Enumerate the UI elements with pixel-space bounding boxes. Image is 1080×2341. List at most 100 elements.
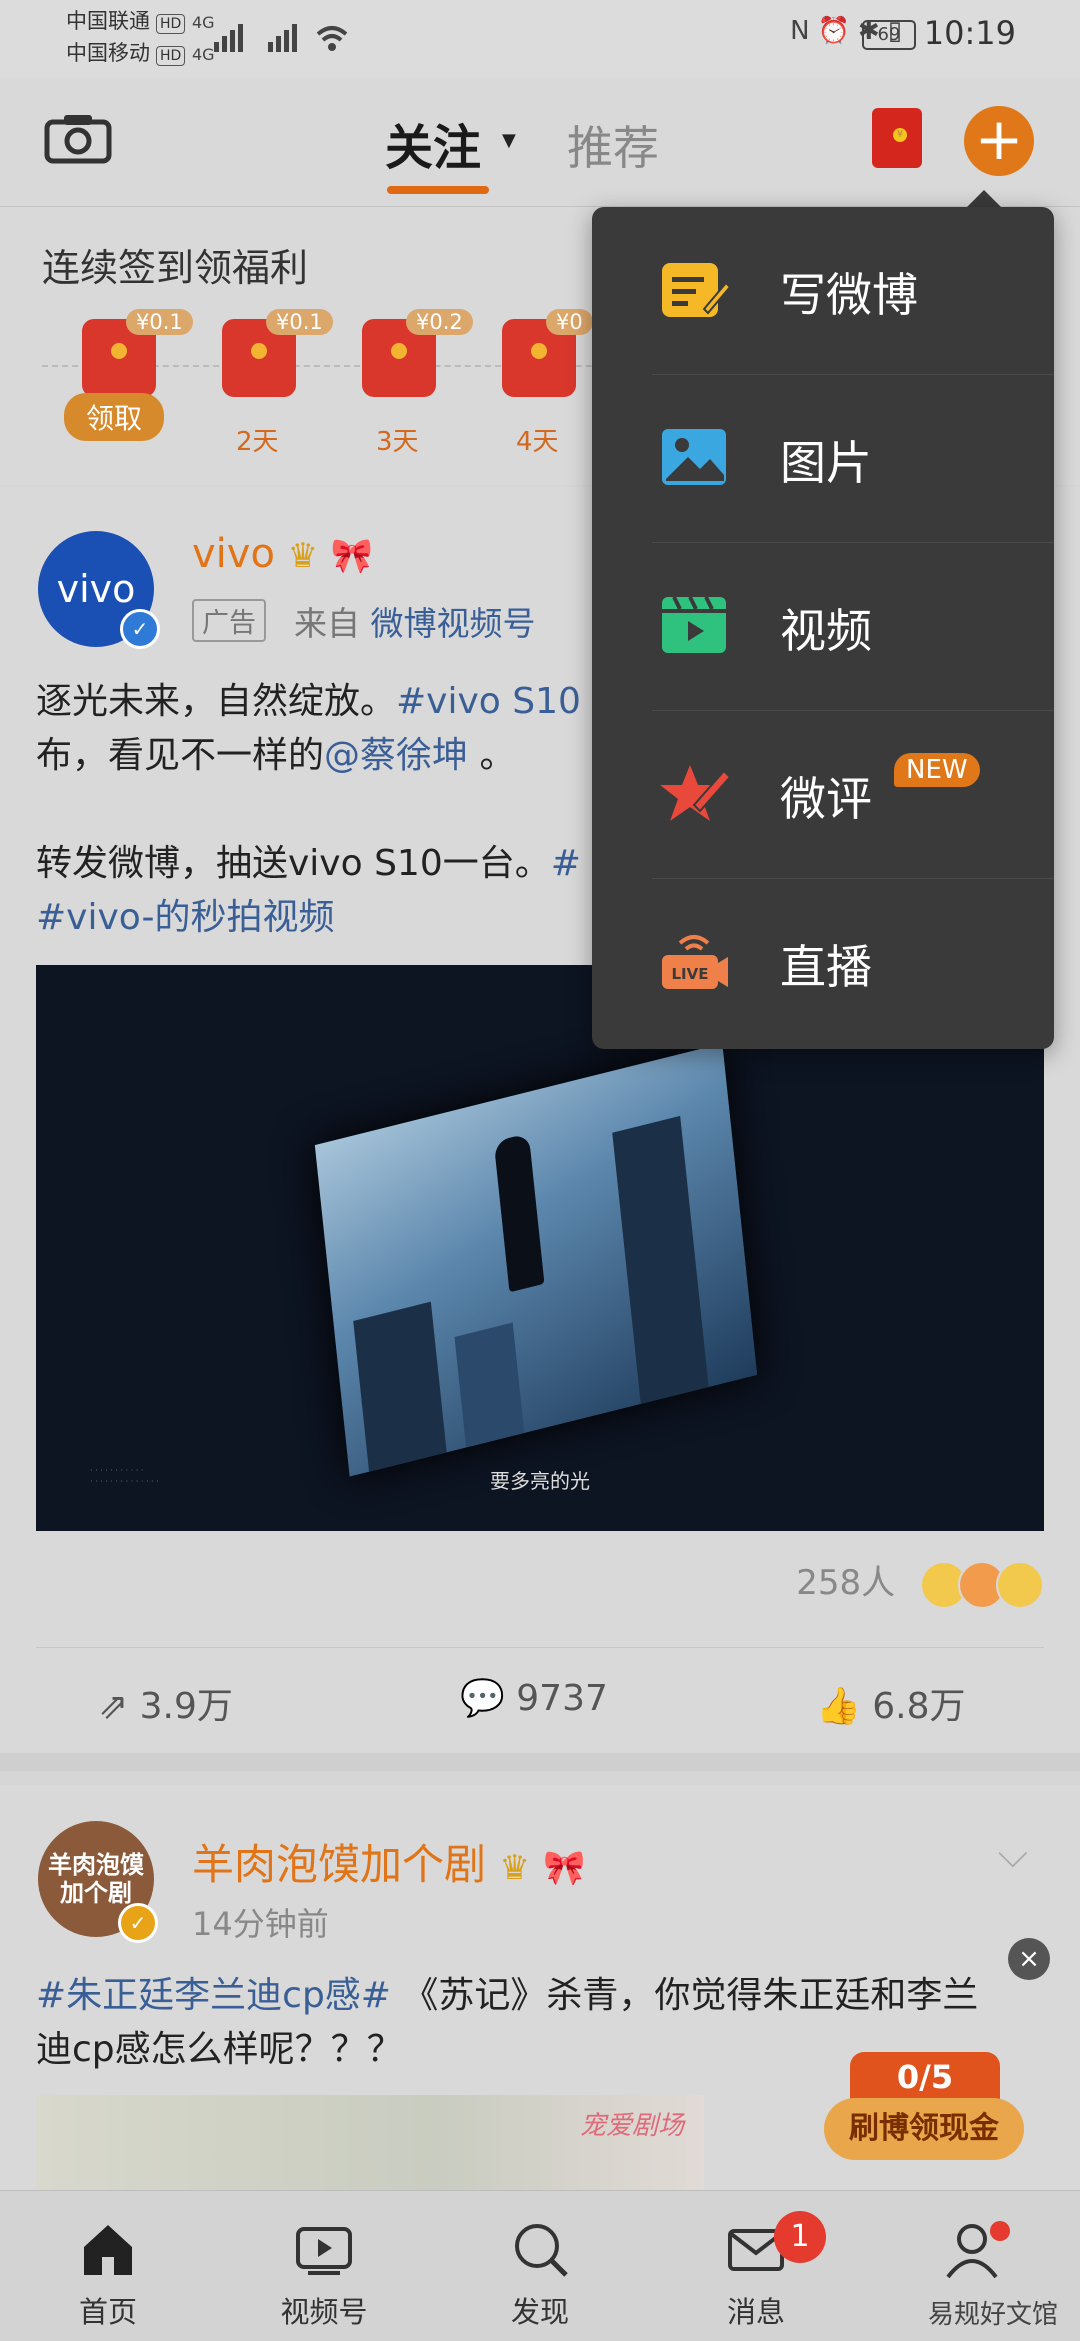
- active-tab-indicator: [387, 186, 489, 194]
- hashtag-link[interactable]: #vivo S10: [396, 681, 581, 722]
- cash-reward-widget[interactable]: 0/5 刷博领现金: [824, 2052, 1024, 2164]
- video-topic-link[interactable]: #vivo-的秒拍视频: [36, 897, 334, 938]
- mention-link[interactable]: @蔡徐坤: [324, 735, 468, 776]
- repost-count: 3.9万: [139, 1686, 233, 1727]
- tab-messages[interactable]: 消息: [648, 2191, 864, 2341]
- red-packet-amount: ¥0.1: [266, 309, 333, 335]
- tab-follow[interactable]: 关注: [385, 108, 481, 178]
- source-prefix: 来自: [294, 604, 360, 643]
- text-segment: 。: [468, 735, 516, 776]
- hashtag-link[interactable]: #: [551, 843, 581, 884]
- tab-label: 视频号: [280, 2295, 368, 2329]
- svg-text:LIVE: LIVE: [672, 965, 709, 983]
- signin-day-label: 3天: [376, 427, 419, 457]
- carrier-1-name: 中国联通: [66, 9, 150, 33]
- clock: 10:19: [923, 14, 1016, 52]
- comment-button[interactable]: 💬 9737: [460, 1677, 608, 1719]
- crown-icon: ♛: [499, 1848, 530, 1888]
- menu-item-label: 直播: [780, 940, 872, 994]
- close-icon[interactable]: ×: [1008, 1938, 1050, 1980]
- menu-item-video[interactable]: 视频: [592, 543, 1054, 711]
- compose-icon: [662, 263, 730, 317]
- image-icon: [662, 429, 726, 485]
- tab-label: 首页: [78, 2295, 137, 2329]
- author-name-text[interactable]: 羊肉泡馍加个剧: [192, 1840, 486, 1889]
- verified-icon: ✓: [118, 1903, 158, 1943]
- text-segment: 转发微博，抽送vivo S10一台。: [36, 843, 551, 884]
- thumbs-up-icon: 👍: [816, 1686, 861, 1727]
- hashtag-link[interactable]: #朱正廷李兰迪cp感#: [36, 1975, 391, 2016]
- signin-title: 连续签到领福利: [42, 246, 309, 290]
- reward-button[interactable]: 刷博领现金: [824, 2098, 1024, 2160]
- reward-progress: 0/5: [850, 2052, 1000, 2100]
- video-player[interactable]: · · · · · · · · · · · · · · · · · · · · ·…: [36, 965, 1044, 1531]
- top-header: 关注 ▼ 推荐 ¥ +: [0, 78, 1080, 207]
- home-icon: [84, 2225, 132, 2275]
- author-name[interactable]: vivo ♛ 🎀: [192, 531, 373, 577]
- camera-icon[interactable]: [44, 112, 112, 164]
- plus-button[interactable]: +: [964, 106, 1034, 176]
- menu-item-compose[interactable]: 写微博: [592, 207, 1054, 375]
- signin-day-label: 2天: [236, 427, 279, 457]
- red-packet-amount: ¥0: [546, 309, 593, 335]
- post-image[interactable]: 宠爱剧场: [36, 2095, 704, 2195]
- watermark-text: 易规好文馆: [927, 2300, 1058, 2330]
- author-name[interactable]: 羊肉泡馍加个剧 ♛ 🎀: [192, 1831, 586, 1892]
- post-source: 来自 微博视频号: [294, 597, 536, 645]
- compose-menu: 写微博 图片 视频 微评 NEW LIVE 直播: [592, 207, 1054, 1049]
- hd-badge: HD: [156, 14, 186, 34]
- live-icon: LIVE: [662, 935, 728, 989]
- laugh-emoji-icon: [996, 1560, 1044, 1609]
- comment-count: 9737: [516, 1678, 608, 1719]
- ad-tag: 广告: [192, 599, 266, 642]
- avatar-text: 羊肉泡馍加个剧: [48, 1851, 144, 1907]
- tab-label: 发现: [510, 2295, 569, 2329]
- menu-pointer: [966, 190, 1002, 208]
- text-segment: 《苏记》杀青，你觉得朱正廷和李兰: [390, 1975, 979, 2016]
- video-frame-image: [314, 1043, 758, 1477]
- video-subtitle: 要多亮的光: [490, 1469, 590, 1493]
- reaction-count: 258人: [796, 1563, 896, 1603]
- carrier-1: 中国联通 HD 4G: [66, 6, 215, 38]
- ribbon-icon: 🎀: [330, 536, 374, 576]
- repost-button[interactable]: ⇗ 3.9万: [98, 1677, 233, 1729]
- menu-item-label: 图片: [780, 436, 872, 490]
- carrier-2: 中国移动 HD 4G: [66, 38, 215, 70]
- author-name-text[interactable]: vivo: [192, 531, 275, 577]
- feed-divider: [0, 1753, 1080, 1771]
- signin-day-label: 4天: [516, 427, 559, 457]
- menu-item-review[interactable]: 微评 NEW: [592, 711, 1054, 879]
- claim-button[interactable]: 领取: [64, 393, 165, 441]
- post-time: 14分钟前: [192, 1905, 329, 1943]
- text-segment: 逐光未来，自然绽放。: [36, 681, 397, 722]
- menu-item-label: 写微博: [780, 268, 918, 322]
- video-person: [493, 1133, 545, 1293]
- menu-item-image[interactable]: 图片: [592, 375, 1054, 543]
- menu-item-live[interactable]: LIVE 直播: [592, 879, 1054, 1047]
- tab-label: 消息: [726, 2295, 785, 2329]
- tab-recommend[interactable]: 推荐: [567, 112, 659, 178]
- signal-wifi-icon: [214, 24, 348, 52]
- source-link[interactable]: 微博视频号: [371, 604, 536, 643]
- red-packet-icon[interactable]: ¥: [872, 108, 922, 168]
- like-button[interactable]: 👍 6.8万: [816, 1677, 966, 1729]
- crown-icon: ♛: [287, 536, 319, 576]
- menu-item-label: 视频: [780, 604, 872, 658]
- reactions-summary[interactable]: 258人: [796, 1555, 1044, 1609]
- profile-red-dot: [990, 2221, 1010, 2241]
- tab-home[interactable]: 首页: [0, 2191, 216, 2341]
- carrier-2-name: 中国移动: [66, 41, 150, 65]
- nfc-icon: N: [790, 16, 818, 46]
- video-channel-icon: [296, 2227, 352, 2275]
- tab-discover[interactable]: 发现: [432, 2191, 648, 2341]
- alarm-icon: ⏰: [817, 16, 858, 46]
- chevron-down-icon[interactable]: ▼: [502, 130, 516, 151]
- review-icon: [660, 765, 730, 821]
- comment-icon: 💬: [460, 1678, 505, 1719]
- image-watermark: 宠爱剧场: [579, 2111, 684, 2141]
- tab-video[interactable]: 视频号: [216, 2191, 432, 2341]
- message-badge: 1: [774, 2211, 826, 2263]
- verified-icon: ✓: [120, 609, 160, 649]
- chevron-down-icon[interactable]: ⌵: [998, 1831, 1028, 1877]
- text-segment: 布，看见不一样的: [36, 735, 325, 776]
